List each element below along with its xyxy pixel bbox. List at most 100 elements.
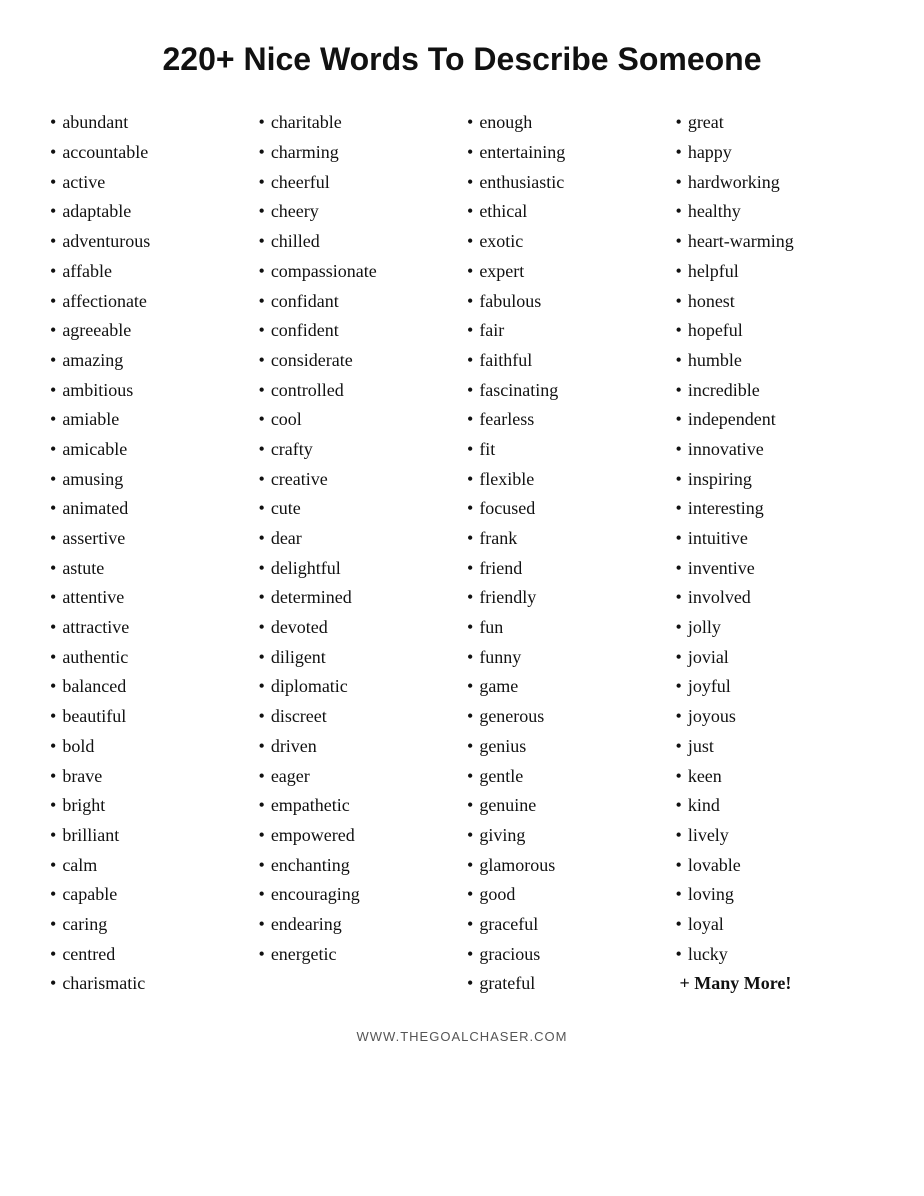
list-item: gentle [467, 762, 666, 792]
word-column-col2: charitablecharmingcheerfulcheerychilledc… [259, 108, 458, 969]
list-item: healthy [676, 197, 875, 227]
list-item: crafty [259, 435, 458, 465]
list-item: amiable [50, 405, 249, 435]
list-item: adventurous [50, 227, 249, 257]
list-item: enchanting [259, 851, 458, 881]
list-item: adaptable [50, 197, 249, 227]
list-item: heart-warming [676, 227, 875, 257]
list-item: fair [467, 316, 666, 346]
list-item: charming [259, 138, 458, 168]
list-item: kind [676, 791, 875, 821]
list-item: inspiring [676, 465, 875, 495]
list-item: graceful [467, 910, 666, 940]
list-item: affectionate [50, 287, 249, 317]
list-item: bold [50, 732, 249, 762]
list-item: involved [676, 583, 875, 613]
list-item: controlled [259, 376, 458, 406]
list-item: good [467, 880, 666, 910]
list-item: just [676, 732, 875, 762]
list-item: expert [467, 257, 666, 287]
list-item: generous [467, 702, 666, 732]
list-item: inventive [676, 554, 875, 584]
list-item: dear [259, 524, 458, 554]
list-item: ambitious [50, 376, 249, 406]
word-column-col1: abundantaccountableactiveadaptableadvent… [50, 108, 249, 999]
list-item: lovable [676, 851, 875, 881]
list-item: astute [50, 554, 249, 584]
list-item: amicable [50, 435, 249, 465]
list-item: brilliant [50, 821, 249, 851]
list-item: amazing [50, 346, 249, 376]
list-item: brave [50, 762, 249, 792]
list-item: genuine [467, 791, 666, 821]
list-item: grateful [467, 969, 666, 999]
list-item: compassionate [259, 257, 458, 287]
list-item: intuitive [676, 524, 875, 554]
list-item: balanced [50, 672, 249, 702]
list-item: glamorous [467, 851, 666, 881]
list-item: focused [467, 494, 666, 524]
list-item: keen [676, 762, 875, 792]
list-item: lively [676, 821, 875, 851]
list-item: eager [259, 762, 458, 792]
list-item: devoted [259, 613, 458, 643]
list-item: confidant [259, 287, 458, 317]
list-item: bright [50, 791, 249, 821]
list-item: helpful [676, 257, 875, 287]
list-item: attentive [50, 583, 249, 613]
list-item: confident [259, 316, 458, 346]
list-item: friend [467, 554, 666, 584]
list-item: considerate [259, 346, 458, 376]
list-item: empathetic [259, 791, 458, 821]
list-item: enthusiastic [467, 168, 666, 198]
list-item: empowered [259, 821, 458, 851]
list-item: friendly [467, 583, 666, 613]
list-item: accountable [50, 138, 249, 168]
list-item: genius [467, 732, 666, 762]
list-item: affable [50, 257, 249, 287]
list-item: charismatic [50, 969, 249, 999]
list-item: gracious [467, 940, 666, 970]
word-column-col4: greathappyhardworkinghealthyheart-warmin… [676, 108, 875, 994]
list-item: fun [467, 613, 666, 643]
list-item: frank [467, 524, 666, 554]
list-item: active [50, 168, 249, 198]
list-item: cheery [259, 197, 458, 227]
list-item: interesting [676, 494, 875, 524]
list-item: encouraging [259, 880, 458, 910]
list-item: cool [259, 405, 458, 435]
list-item: game [467, 672, 666, 702]
list-item: centred [50, 940, 249, 970]
list-item: independent [676, 405, 875, 435]
list-item: enough [467, 108, 666, 138]
list-item: delightful [259, 554, 458, 584]
list-item: loyal [676, 910, 875, 940]
list-item: faithful [467, 346, 666, 376]
list-item: giving [467, 821, 666, 851]
list-item: diplomatic [259, 672, 458, 702]
list-item: endearing [259, 910, 458, 940]
list-item: beautiful [50, 702, 249, 732]
word-column-col3: enoughentertainingenthusiasticethicalexo… [467, 108, 666, 999]
list-item: innovative [676, 435, 875, 465]
list-item: diligent [259, 643, 458, 673]
list-item: fabulous [467, 287, 666, 317]
list-item: creative [259, 465, 458, 495]
list-item: fascinating [467, 376, 666, 406]
more-label: + Many More! [676, 973, 875, 994]
list-item: charitable [259, 108, 458, 138]
list-item: joyous [676, 702, 875, 732]
footer-url: WWW.THEGOALCHASER.COM [50, 1029, 874, 1044]
list-item: honest [676, 287, 875, 317]
list-item: hardworking [676, 168, 875, 198]
list-item: funny [467, 643, 666, 673]
list-item: capable [50, 880, 249, 910]
list-item: ethical [467, 197, 666, 227]
list-item: calm [50, 851, 249, 881]
list-item: discreet [259, 702, 458, 732]
list-item: joyful [676, 672, 875, 702]
list-item: fearless [467, 405, 666, 435]
list-item: flexible [467, 465, 666, 495]
page-title: 220+ Nice Words To Describe Someone [50, 40, 874, 78]
list-item: attractive [50, 613, 249, 643]
